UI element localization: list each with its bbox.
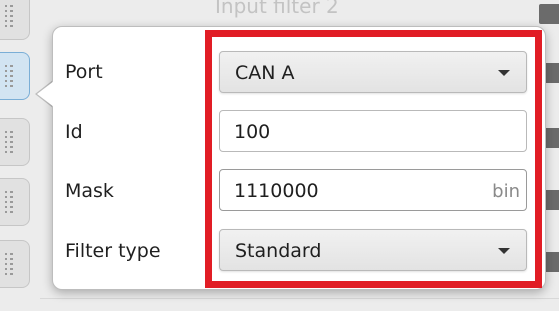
port-label: Port (65, 61, 103, 83)
side-tab[interactable] (539, 4, 559, 24)
drag-dots-icon (5, 191, 13, 213)
drag-dots-icon (5, 131, 13, 153)
drag-handle[interactable] (0, 240, 30, 288)
id-label: Id (65, 121, 83, 143)
filter-type-label: Filter type (65, 240, 161, 262)
row-divider (40, 298, 559, 299)
drag-handle[interactable] (0, 178, 30, 226)
drag-dots-icon (5, 5, 13, 27)
popover-arrow-fill (37, 81, 54, 107)
drag-handle[interactable] (0, 118, 30, 166)
drag-dots-icon (5, 253, 13, 275)
drag-handle[interactable] (0, 0, 30, 40)
mask-label: Mask (65, 180, 114, 202)
app-stage: Input filter 2 Port Id Mask Filter type … (0, 0, 559, 311)
drag-dots-icon (5, 65, 13, 87)
background-header: Input filter 2 (215, 0, 339, 18)
drag-handle-selected[interactable] (0, 52, 30, 100)
filter-settings-popover: Port Id Mask Filter type CAN A 100 11100… (52, 26, 546, 290)
highlight-annotation-box (205, 30, 542, 288)
